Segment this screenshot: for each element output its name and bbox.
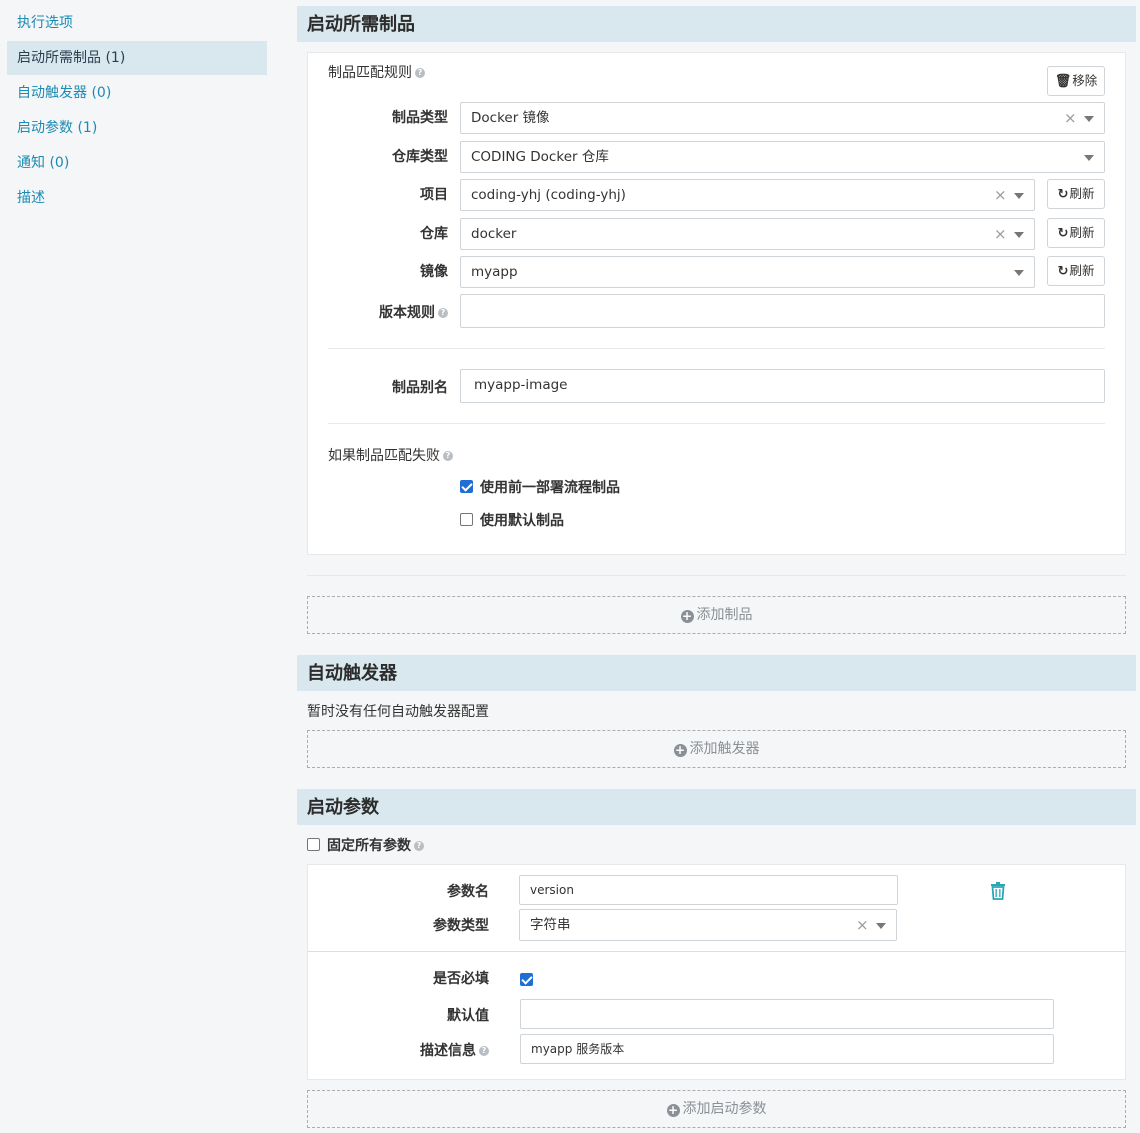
clear-icon[interactable]: ×	[994, 219, 1007, 249]
trash-icon[interactable]	[990, 882, 1006, 900]
trash-icon: 🗑	[1054, 74, 1072, 89]
plus-circle-icon: +	[666, 1103, 680, 1117]
help-icon[interactable]: ?	[414, 841, 424, 851]
add-param-button[interactable]: + 添加启动参数	[307, 1090, 1126, 1128]
fail-option-label: 如果制品匹配失败?	[328, 445, 453, 465]
use-default-label: 使用默认制品	[480, 513, 564, 529]
repository-label: 仓库	[420, 226, 448, 242]
refresh-project-button[interactable]: ↻刷新	[1047, 179, 1105, 209]
help-icon[interactable]: ?	[415, 68, 425, 78]
refresh-icon: ↻	[1057, 226, 1069, 241]
repository-select[interactable]: docker ×	[460, 218, 1035, 250]
sidebar-item-notifications[interactable]: 通知 (0)	[7, 146, 267, 180]
description-label: 描述信息?	[380, 1040, 489, 1060]
plus-circle-icon: +	[673, 743, 687, 757]
match-rule-label: 制品匹配规则?	[328, 62, 425, 82]
repo-type-label: 仓库类型	[392, 149, 448, 165]
help-icon[interactable]: ?	[443, 451, 453, 461]
required-label: 是否必填	[433, 971, 489, 987]
clear-icon[interactable]: ×	[1064, 103, 1077, 133]
chevron-down-icon	[1014, 193, 1024, 199]
use-previous-label: 使用前一部署流程制品	[480, 480, 620, 496]
sidebar-item-artifacts[interactable]: 启动所需制品 (1)	[7, 41, 267, 75]
artifact-type-select[interactable]: Docker 镜像 ×	[460, 102, 1105, 134]
default-value-label: 默认值	[447, 1008, 489, 1024]
image-select[interactable]: myapp	[460, 256, 1035, 288]
help-icon[interactable]: ?	[479, 1046, 489, 1056]
clear-icon[interactable]: ×	[856, 910, 869, 940]
project-label: 项目	[420, 187, 448, 203]
sidebar-item-triggers[interactable]: 自动触发器 (0)	[7, 76, 267, 110]
refresh-image-button[interactable]: ↻刷新	[1047, 256, 1105, 286]
fix-all-params-label: 固定所有参数?	[327, 835, 424, 855]
param-type-select[interactable]: 字符串 ×	[519, 909, 897, 941]
sidebar-item-description[interactable]: 描述	[7, 181, 267, 215]
version-rule-label: 版本规则?	[340, 302, 448, 322]
help-icon[interactable]: ?	[438, 308, 448, 318]
chevron-down-icon	[1014, 232, 1024, 238]
remove-artifact-button[interactable]: 🗑移除	[1047, 66, 1105, 96]
add-trigger-button[interactable]: + 添加触发器	[307, 730, 1126, 768]
divider	[307, 951, 1126, 952]
section-title-artifacts: 启动所需制品	[297, 6, 1136, 42]
alias-label: 制品别名	[392, 380, 448, 396]
param-name-input[interactable]: version	[519, 875, 898, 905]
artifact-type-label: 制品类型	[392, 110, 448, 126]
required-checkbox[interactable]	[520, 973, 533, 986]
chevron-down-icon	[876, 923, 886, 929]
clear-icon[interactable]: ×	[994, 180, 1007, 210]
chevron-down-icon	[1084, 155, 1094, 161]
divider	[328, 348, 1105, 349]
use-previous-checkbox[interactable]	[460, 480, 473, 493]
section-title-triggers: 自动触发器	[297, 655, 1136, 691]
add-artifact-button[interactable]: + 添加制品	[307, 596, 1126, 634]
fix-all-params-checkbox[interactable]	[307, 838, 320, 851]
divider	[307, 575, 1126, 576]
param-type-label: 参数类型	[433, 918, 489, 934]
refresh-icon: ↻	[1057, 187, 1069, 202]
image-label: 镜像	[420, 264, 448, 280]
chevron-down-icon	[1014, 270, 1024, 276]
refresh-repository-button[interactable]: ↻刷新	[1047, 218, 1105, 248]
param-name-label: 参数名	[447, 884, 489, 900]
plus-circle-icon: +	[680, 609, 694, 623]
triggers-empty-text: 暂时没有任何自动触发器配置	[307, 704, 489, 720]
default-value-input[interactable]	[520, 999, 1054, 1029]
repo-type-select[interactable]: CODING Docker 仓库	[460, 141, 1105, 173]
chevron-down-icon	[1084, 116, 1094, 122]
use-default-checkbox[interactable]	[460, 513, 473, 526]
sidebar-item-params[interactable]: 启动参数 (1)	[7, 111, 267, 145]
sidebar-item-execution-options[interactable]: 执行选项	[7, 6, 267, 40]
project-select[interactable]: coding-yhj (coding-yhj) ×	[460, 179, 1035, 211]
divider	[328, 423, 1105, 424]
version-rule-input[interactable]	[460, 294, 1105, 328]
description-input[interactable]: myapp 服务版本	[520, 1034, 1054, 1064]
refresh-icon: ↻	[1057, 264, 1069, 279]
alias-input[interactable]: myapp-image	[460, 369, 1105, 403]
section-title-params: 启动参数	[297, 789, 1136, 825]
